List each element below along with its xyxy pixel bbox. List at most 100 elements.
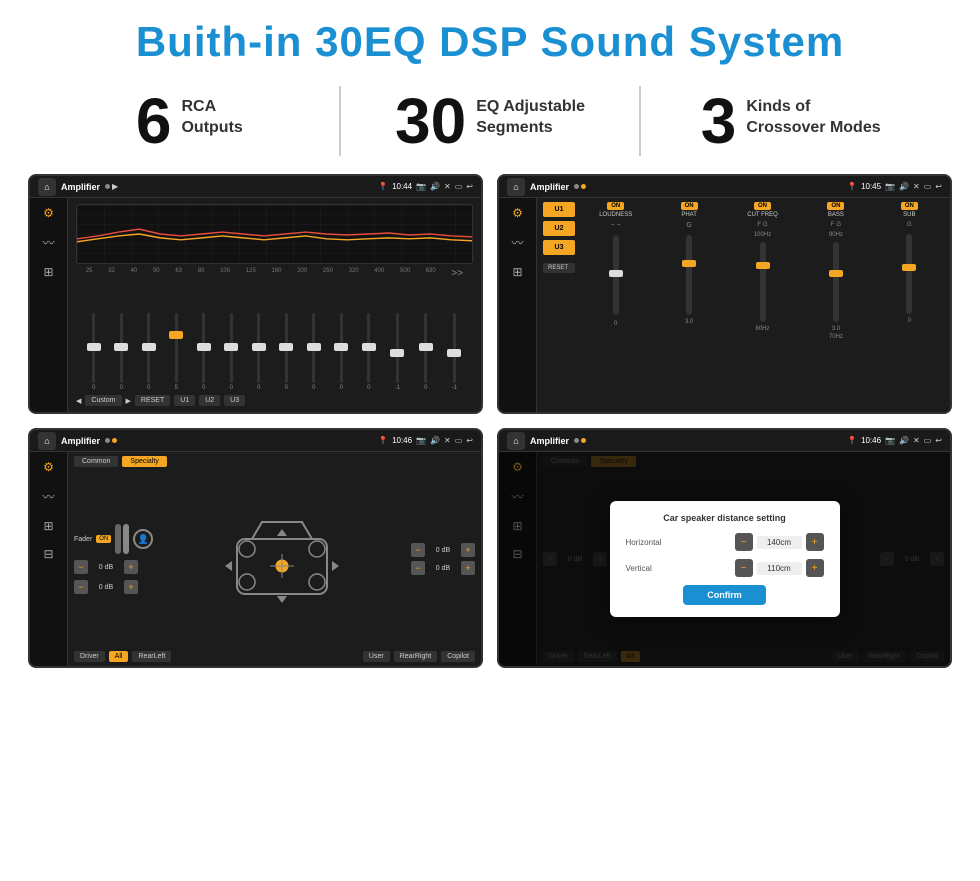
horizontal-plus-btn[interactable]: +	[806, 533, 824, 551]
eq-slider-8[interactable]: 0	[312, 313, 315, 391]
eq-track-1[interactable]	[120, 313, 123, 383]
back-icon-3[interactable]: ↩	[466, 436, 473, 445]
eq-slider-10[interactable]: 0	[367, 313, 370, 391]
user-btn[interactable]: User	[363, 651, 390, 662]
user-icon-3[interactable]: 👤	[133, 529, 153, 549]
cutfreq-on[interactable]: ON	[754, 202, 771, 210]
tab-common[interactable]: Common	[74, 456, 118, 467]
eq-slider-9[interactable]: 0	[340, 313, 343, 391]
fader-bar-2[interactable]	[123, 524, 129, 554]
eq-slider-12[interactable]: 0	[424, 313, 427, 391]
fader-on-badge[interactable]: ON	[96, 535, 111, 543]
eq-next-btn[interactable]: ▶	[126, 397, 131, 405]
vertical-minus-btn[interactable]: −	[735, 559, 753, 577]
eq-slider-3[interactable]: 5	[175, 313, 178, 391]
eq-u2-btn[interactable]: U2	[199, 395, 220, 406]
home-icon[interactable]: ⌂	[38, 178, 56, 196]
eq-track-7[interactable]	[285, 313, 288, 383]
eq-slider-1[interactable]: 0	[120, 313, 123, 391]
eq-track-2[interactable]	[147, 313, 150, 383]
tab-specialty[interactable]: Specialty	[122, 456, 166, 467]
home-icon-4[interactable]: ⌂	[507, 432, 525, 450]
eq-track-6[interactable]	[257, 313, 260, 383]
dot2a	[574, 184, 579, 189]
eq-u1-btn[interactable]: U1	[174, 395, 195, 406]
eq-track-8[interactable]	[312, 313, 315, 383]
sidebar-eq-icon[interactable]: ⚙	[43, 206, 54, 220]
eq-slider-6[interactable]: 0	[257, 313, 260, 391]
sb3-extra-icon[interactable]: ⊟	[43, 547, 53, 561]
eq-slider-4[interactable]: 0	[202, 313, 205, 391]
minus-btn-tr2[interactable]: −	[411, 561, 425, 575]
eq-track-12[interactable]	[424, 313, 427, 383]
eq-slider-2[interactable]: 0	[147, 313, 150, 391]
eq-reset-btn[interactable]: RESET	[135, 395, 170, 406]
eq-track-13[interactable]	[453, 313, 456, 383]
copilot-btn[interactable]: Copilot	[441, 651, 475, 662]
eq-slider-11[interactable]: -1	[395, 313, 400, 391]
cutfreq-slider[interactable]	[760, 242, 766, 322]
sb2-wave-icon[interactable]: 〰	[511, 234, 523, 251]
vertical-plus-btn[interactable]: +	[806, 559, 824, 577]
plus-btn-tr1[interactable]: +	[461, 543, 475, 557]
plus-btn-tr2[interactable]: +	[461, 561, 475, 575]
confirm-button[interactable]: Confirm	[683, 585, 766, 605]
eq-val-13: -1	[452, 385, 457, 391]
eq-slider-13[interactable]: -1	[452, 313, 457, 391]
amp-channels: ON LOUDNESS ~ ~ 0 ON PHA	[581, 202, 944, 408]
sb3-vol-icon[interactable]: ⊞	[43, 519, 53, 533]
minus-btn-tl2[interactable]: −	[74, 580, 88, 594]
page-title: Buith-in 30EQ DSP Sound System	[0, 0, 980, 76]
eq-slider-7[interactable]: 0	[285, 313, 288, 391]
sb2-vol-icon[interactable]: ⊞	[512, 265, 522, 279]
eq-custom-btn[interactable]: Custom	[85, 395, 121, 406]
home-icon-2[interactable]: ⌂	[507, 178, 525, 196]
preset-u2[interactable]: U2	[543, 221, 575, 236]
sub-slider[interactable]	[906, 234, 912, 314]
sidebar-wave-icon[interactable]: 〰	[42, 234, 54, 251]
horizontal-minus-btn[interactable]: −	[735, 533, 753, 551]
eq-u3-btn[interactable]: U3	[224, 395, 245, 406]
eq-track-3[interactable]	[175, 313, 178, 383]
eq-track-5[interactable]	[230, 313, 233, 383]
amp-reset[interactable]: RESET	[543, 263, 575, 273]
back-icon-1[interactable]: ↩	[466, 182, 473, 191]
back-icon-4[interactable]: ↩	[935, 436, 942, 445]
eq-slider-0[interactable]: 0	[92, 313, 95, 391]
db-row-tr-1: − 0 dB +	[411, 543, 475, 557]
eq-track-11[interactable]	[396, 313, 399, 383]
camera-icon-1: 📷	[416, 182, 426, 191]
sub-on[interactable]: ON	[901, 202, 918, 210]
preset-u1[interactable]: U1	[543, 202, 575, 217]
sb3-eq-icon[interactable]: ⚙	[43, 460, 54, 474]
vertical-value-row: − 110cm +	[735, 559, 824, 577]
loudness-on[interactable]: ON	[607, 202, 624, 210]
eq-val-2: 0	[147, 385, 150, 391]
eq-slider-5[interactable]: 0	[230, 313, 233, 391]
eq-track-4[interactable]	[202, 313, 205, 383]
all-btn[interactable]: All	[109, 651, 129, 662]
home-icon-3[interactable]: ⌂	[38, 432, 56, 450]
back-icon-2[interactable]: ↩	[935, 182, 942, 191]
phat-slider[interactable]	[686, 235, 692, 315]
driver-btn[interactable]: Driver	[74, 651, 105, 662]
rearleft-btn[interactable]: RearLeft	[132, 651, 171, 662]
bass-on[interactable]: ON	[827, 202, 844, 210]
eq-track-10[interactable]	[367, 313, 370, 383]
eq-track-9[interactable]	[340, 313, 343, 383]
minus-btn-tl1[interactable]: −	[74, 560, 88, 574]
plus-btn-tl2[interactable]: +	[124, 580, 138, 594]
plus-btn-tl1[interactable]: +	[124, 560, 138, 574]
eq-prev-btn[interactable]: ◀	[76, 397, 81, 405]
eq-track-0[interactable]	[92, 313, 95, 383]
minus-btn-tr1[interactable]: −	[411, 543, 425, 557]
loudness-slider[interactable]	[613, 235, 619, 315]
fader-bar-1[interactable]	[115, 524, 121, 554]
preset-u3[interactable]: U3	[543, 240, 575, 255]
sb2-eq-icon[interactable]: ⚙	[512, 206, 523, 220]
sidebar-vol-icon[interactable]: ⊞	[43, 265, 53, 279]
rearright-btn[interactable]: RearRight	[394, 651, 438, 662]
phat-on[interactable]: ON	[681, 202, 698, 210]
sb3-wave-icon[interactable]: 〰	[42, 488, 54, 505]
bass-slider[interactable]	[833, 242, 839, 322]
